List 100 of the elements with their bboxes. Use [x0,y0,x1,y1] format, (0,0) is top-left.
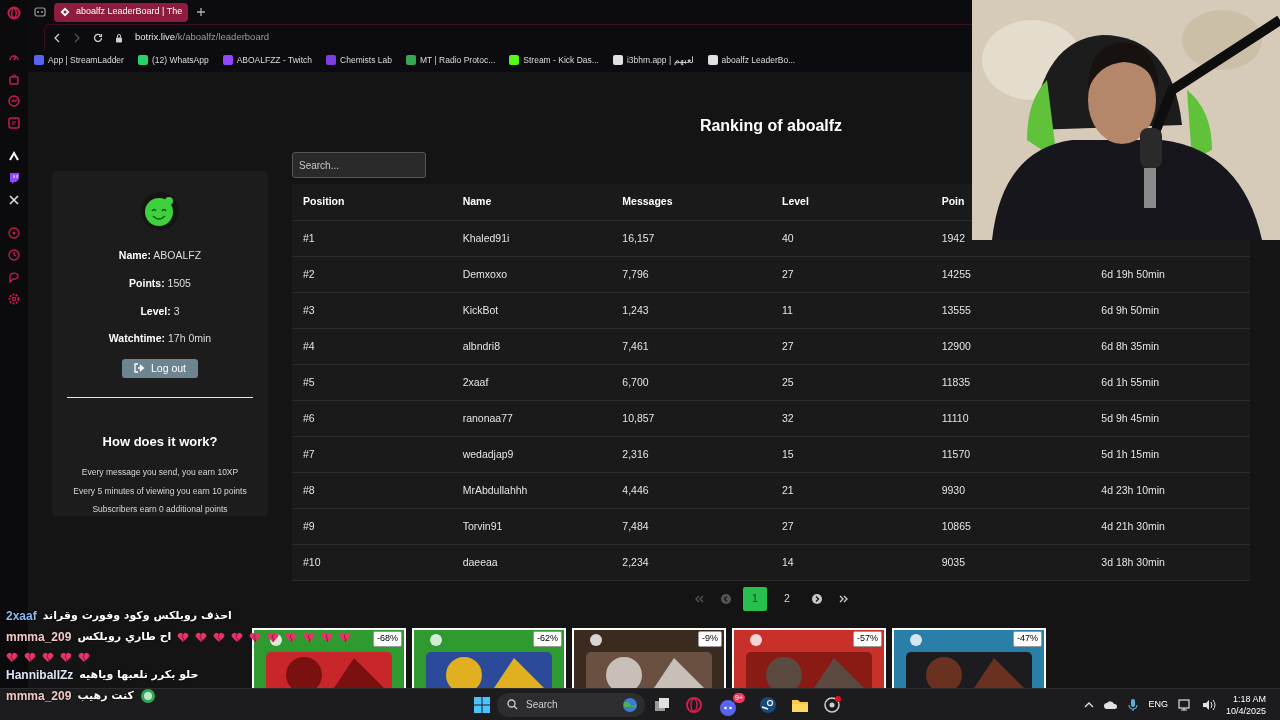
clock-time[interactable]: 1:18 AM [1232,692,1266,705]
table-cell: 27 [782,519,794,532]
deal-card[interactable]: -57% [732,628,886,688]
table-cell: Demxoxo [462,267,507,280]
bookmark[interactable]: aboalfz LeaderBo... [707,53,796,67]
bag-icon [8,73,20,85]
table-cell: 10865 [941,519,971,532]
browser-icon[interactable] [685,695,703,714]
table-cell: #4 [303,339,315,352]
table-cell: 5d 1h 15min [1101,447,1160,460]
broken-heart-icon [303,631,316,643]
bookmark[interactable]: i3bhm.app | لعبهم [612,53,694,67]
table-cell: 7,796 [622,267,649,280]
table-cell: 21 [782,483,794,496]
table-cell: 2,234 [622,555,649,568]
bookmark[interactable]: (12) WhatsApp [137,53,209,67]
table-cell: #9 [303,519,315,532]
windows-start-icon[interactable] [473,695,491,714]
chat-username: HannibalIZz [6,667,74,684]
new-tab-icon [196,7,207,17]
language-indicator[interactable]: ENG [1148,697,1168,712]
table-cell: 27 [782,267,794,280]
table-cell: 11835 [941,375,971,388]
table-cell: 10,857 [622,411,655,424]
broken-heart-icon [195,631,208,643]
chat-message: اح طاري روبلكس [77,628,172,645]
bookmark[interactable]: Stream - Kick Das... [509,53,599,67]
clock-icon [8,249,20,261]
column-header: Position [303,195,345,208]
broken-heart-icon [60,652,72,663]
column-header: Poin [941,195,965,208]
page-button[interactable]: 2 [775,587,799,611]
steam-icon[interactable] [759,695,777,714]
search-icon [507,699,518,710]
table-cell: #2 [303,267,315,280]
logout-icon [133,363,145,374]
chat-message: حلو بكرر نلعبها وياهيه [79,666,199,683]
address-field[interactable]: botrix.live/k/aboalfz/leaderboard [135,30,270,45]
chat-icon [8,117,20,129]
browser-logo-icon [7,6,21,20]
broken-heart-icon [249,631,262,643]
info-text: Subscribers earn 0 additional points [92,503,228,516]
table-cell: KickBot [462,303,499,316]
page-title: Ranking of aboalfz [699,116,843,136]
table-cell: 11 [782,303,793,316]
table-cell: #1 [303,231,315,244]
bookmark[interactable]: App | StreamLadder [34,53,124,67]
column-header: Level [782,195,809,208]
table-cell: 40 [782,231,794,244]
discount-badge: -68% [373,631,402,647]
recording-app-icon[interactable] [823,695,841,714]
broken-heart-icon [339,631,352,643]
globe-icon [623,697,637,712]
broken-heart-icon [42,652,54,663]
broken-heart-icon [6,652,18,663]
deal-card[interactable]: -9% [572,628,726,688]
profile-field: Watchtime: 17h 0min [108,331,212,347]
table-cell: 4d 23h 10min [1101,483,1165,496]
browser-tab[interactable]: aboalfz LeaderBoard | The [54,2,189,22]
profile-field: Level: 3 [140,303,180,320]
table-cell: 3d 18h 30min [1101,555,1165,568]
task-view-icon[interactable] [653,695,671,714]
lock-icon [115,32,123,43]
chat-username: mmma_209 [6,629,72,646]
taskbar-search-field[interactable]: Search [497,692,645,717]
table-cell: #8 [303,483,315,496]
table-cell: 6d 1h 55min [1101,375,1160,388]
deal-card[interactable]: -62% [412,628,566,688]
deal-card[interactable]: -68% [252,628,406,688]
messenger-icon [8,95,20,107]
deal-card[interactable]: -47% [892,628,1046,688]
emoji-icon [139,688,156,704]
info-text: Every 5 minutes of viewing you earn 10 points [73,484,247,498]
bookmark[interactable]: MT | Radio Protoc... [406,53,496,67]
double-chevron-right-icon [837,593,850,605]
table-cell: Khaled91i [462,231,510,244]
x-logo-icon [8,194,20,206]
table-cell: 1942 [941,231,965,244]
search-field[interactable]: Search... [292,152,426,178]
page-button[interactable]: 1 [743,587,767,611]
cloud-icon [1104,699,1119,710]
broken-heart-icon [231,631,244,643]
table-cell: 12900 [941,339,971,352]
table-cell: 2,316 [622,447,649,460]
clock-date[interactable]: 10/4/2025 [1225,704,1266,717]
profile-field: Points: 1505 [129,275,191,292]
table-cell: 27 [782,339,794,352]
reload-icon [93,32,103,43]
table-cell: 6d 8h 35min [1101,339,1160,352]
kick-logo-icon [8,150,20,162]
logout-button[interactable]: Log out [121,359,198,378]
table-cell: 5d 9h 45min [1101,411,1160,424]
chat-username: 2xaaf [6,608,37,625]
bookmark[interactable]: ABOALFZZ - Twitch [222,53,313,67]
bookmark[interactable]: Chemists Lab [326,53,392,67]
table-cell: 13555 [941,303,971,316]
chat-message: احذف روبلكس وكود وفورت وقراند [42,607,232,624]
broken-heart-icon [177,631,190,643]
chevron-right-icon [810,593,823,605]
microphone-icon [1128,697,1139,712]
